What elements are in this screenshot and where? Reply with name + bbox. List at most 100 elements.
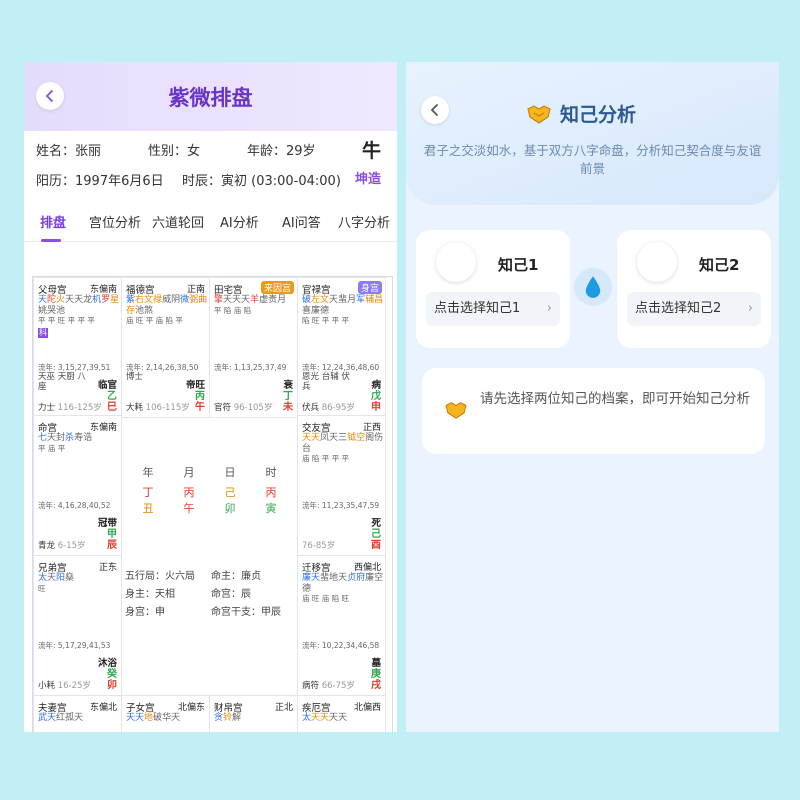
palace-cell[interactable]: 官禄宫 身宫 破左文天蜚月军辅昌喜廉德陷 旺 平 平 平流年: 12,24,36,4… bbox=[297, 277, 386, 418]
star: 天 bbox=[232, 295, 242, 305]
brightness: 庙 旺 庙 陷 旺 bbox=[302, 594, 350, 603]
palace-name: 兄弟宫 bbox=[38, 563, 67, 574]
select-friend-1-button[interactable]: 点击选择知己1 › bbox=[426, 292, 560, 326]
palace-direction: 正北 bbox=[274, 703, 293, 713]
palace-tag: 来因宫 bbox=[260, 281, 294, 294]
star: 台 bbox=[302, 443, 312, 454]
star: 月 bbox=[347, 295, 357, 305]
bazi-pillar: 时 丙 寅 bbox=[256, 465, 286, 517]
palace-name: 父母宫 bbox=[38, 285, 67, 296]
star: 军 bbox=[356, 295, 366, 305]
palace-cell[interactable]: 福德宫 正南 紫右文禄威阴微弼曲存池煞庙 旺 平 庙 陷 平流年: 2,14,26,… bbox=[121, 277, 210, 418]
chevron-left-icon bbox=[430, 104, 438, 116]
palace-cell[interactable]: 迁移宫 西偏北 廉天蜚地天贞府廉空德庙 旺 庙 陷 旺流年: 10,22,34,46… bbox=[297, 555, 386, 696]
star: 天 bbox=[311, 433, 321, 443]
star-list: 太天天天天 bbox=[302, 713, 384, 724]
star: 阴 bbox=[171, 295, 181, 305]
star: 空 bbox=[374, 573, 384, 583]
star-list: 紫右文禄威阴微弼曲存池煞庙 旺 平 庙 陷 平 bbox=[126, 295, 208, 327]
palace-footer: 病符 66-75岁 bbox=[302, 679, 355, 691]
age-range: 76-85岁 bbox=[302, 541, 336, 551]
star: 红 bbox=[56, 713, 66, 723]
tab-bazi-analysis[interactable]: 八字分析 bbox=[338, 212, 390, 231]
ziwei-grid: 年 丁 丑月 丙 午日 己 卯时 丙 寅 五行局：火六局 命主：廉贞 身主：天相… bbox=[32, 276, 393, 732]
star: 辅 bbox=[365, 295, 375, 305]
pillar-head: 月 bbox=[183, 466, 195, 479]
star: 天 bbox=[223, 295, 233, 305]
earthly-branch: 卯 bbox=[107, 680, 117, 691]
star-list: 太天阳燊旺 bbox=[38, 573, 120, 594]
palace-cell[interactable]: 子女宫 北偏东 天天地破华天 bbox=[121, 695, 210, 732]
palace-cell[interactable]: 田宅宫 来因宫 擎天天天羊虚贵月平 陷 庙 陷流年: 1,13,25,37,49 官符… bbox=[209, 277, 298, 418]
star: 武 bbox=[38, 713, 48, 723]
gender-label: 性别：女 bbox=[148, 144, 201, 159]
star: 天 bbox=[65, 295, 75, 305]
mingzhu-label: 命主：廉贞 bbox=[211, 571, 261, 582]
star: 月 bbox=[277, 295, 287, 305]
palace-cell[interactable]: 交友宫 正西 天天凤天三钺空阁伤台庙 陷 平 平 平流年: 11,23,35,47,… bbox=[297, 415, 386, 556]
star: 紫 bbox=[126, 295, 136, 305]
star: 阳 bbox=[56, 573, 66, 583]
star: 华 bbox=[162, 713, 172, 723]
pillar-stem: 丙 bbox=[265, 486, 277, 499]
palace-name: 田宅宫 bbox=[214, 285, 243, 296]
bazi-pillar: 日 己 卯 bbox=[215, 465, 245, 517]
palace-cell[interactable]: 夫妻宫 东偏北 武天红孤天 bbox=[33, 695, 122, 732]
age-range: 106-115岁 bbox=[145, 403, 190, 413]
bazi-pillar: 年 丁 丑 bbox=[133, 465, 163, 517]
star: 陀 bbox=[47, 295, 57, 305]
star: 虚 bbox=[259, 295, 269, 305]
palace-ganzhi: 冠带甲辰 bbox=[98, 518, 117, 551]
bazi-pillar: 月 丙 午 bbox=[174, 465, 204, 517]
star: 寿 bbox=[74, 433, 84, 443]
water-drop-icon bbox=[574, 268, 612, 306]
heavenly-stem: 丁 bbox=[283, 391, 293, 402]
minggan-label: 命宫干支：甲辰 bbox=[211, 607, 281, 618]
pillar-branch: 寅 bbox=[265, 502, 277, 515]
star: 空 bbox=[356, 433, 366, 443]
tab-six-paths[interactable]: 六道轮回 bbox=[152, 212, 204, 231]
star: 天 bbox=[126, 713, 136, 723]
flow-years: 流年: 4,16,28,40,52 bbox=[38, 501, 111, 510]
minor-stars: 博士 bbox=[126, 372, 144, 382]
tab-palace-analysis[interactable]: 宫位分析 bbox=[89, 212, 141, 231]
star: 铃 bbox=[223, 713, 233, 723]
star: 解 bbox=[232, 713, 242, 723]
pillar-stem: 己 bbox=[224, 486, 236, 499]
gender-switch-button[interactable]: 坤造 bbox=[355, 168, 381, 187]
star: 封 bbox=[56, 433, 66, 443]
select-friend-2-button[interactable]: 点击选择知己2 › bbox=[627, 292, 761, 326]
star: 燊 bbox=[65, 573, 75, 583]
star-list: 天天凤天三钺空阁伤台庙 陷 平 平 平 bbox=[302, 433, 384, 465]
back-button[interactable] bbox=[421, 96, 449, 124]
palace-direction: 东偏北 bbox=[89, 703, 117, 713]
star: 孤 bbox=[65, 713, 75, 723]
hua-badge: 科 bbox=[38, 327, 48, 338]
avatar bbox=[436, 242, 476, 282]
tab-chart[interactable]: 排盘 bbox=[40, 212, 66, 231]
palace-cell[interactable]: 财帛宫 正北 贪铃解 bbox=[209, 695, 298, 732]
star: 蜚 bbox=[320, 573, 330, 583]
palace-cell[interactable]: 命宫 东偏南 七天封杀寿诰平 庙 平流年: 4,16,28,40,52 青龙 6-15… bbox=[33, 415, 122, 556]
tab-ai-analysis[interactable]: AI分析 bbox=[220, 212, 259, 231]
palace-cell[interactable]: 兄弟宫 正东 太天阳燊旺流年: 5,17,29,41,53 小耗 16-25岁 沐浴癸卯 bbox=[33, 555, 122, 696]
star: 天 bbox=[329, 713, 339, 723]
star: 杀 bbox=[65, 433, 75, 443]
palace-name: 迁移宫 bbox=[302, 563, 331, 574]
age-label: 年龄：29岁 bbox=[247, 144, 316, 159]
palace-cell[interactable]: 父母宫 东偏南 天陀火天天龙机罗星姚哭池平 平 旺 平 平 平科流年: 3,15,2… bbox=[33, 277, 122, 418]
heavenly-stem: 庚 bbox=[371, 669, 381, 680]
star: 天 bbox=[74, 295, 84, 305]
palace-direction: 东偏南 bbox=[89, 423, 117, 433]
select-friend-2-label: 点击选择知己2 bbox=[635, 301, 722, 316]
brightness: 平 陷 庙 陷 bbox=[214, 305, 252, 315]
star: 天 bbox=[311, 573, 321, 583]
star-list: 破左文天蜚月军辅昌喜廉德陷 旺 平 平 平 bbox=[302, 295, 384, 327]
palace-cell[interactable]: 疾厄宫 北偏西 太天天天天 bbox=[297, 695, 386, 732]
pillar-head: 时 bbox=[265, 466, 277, 479]
star: 右 bbox=[135, 295, 145, 305]
chevron-right-icon: › bbox=[546, 301, 552, 316]
tab-ai-qa[interactable]: AI问答 bbox=[282, 212, 321, 231]
life-state: 冠带 bbox=[97, 518, 117, 529]
palace-footer: 76-85岁 bbox=[302, 539, 335, 551]
